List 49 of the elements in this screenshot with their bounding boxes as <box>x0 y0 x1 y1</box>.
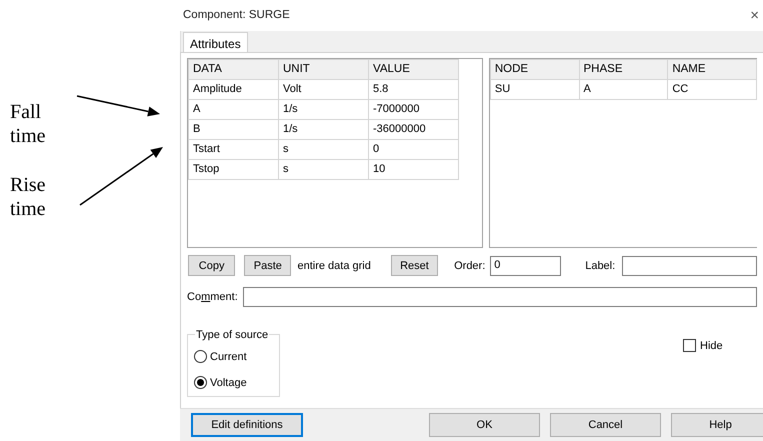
order-field[interactable]: 0 <box>490 256 562 276</box>
tab[interactable]: Attributes <box>183 32 248 53</box>
table-cell: s <box>278 139 368 160</box>
table-cell: SU <box>490 79 580 100</box>
radio-label: Current <box>210 350 247 365</box>
grid-note: entire data grid <box>297 258 371 274</box>
table-cell: Amplitude <box>188 79 278 100</box>
radio-label: Voltage <box>210 376 247 391</box>
order-label: Order: <box>454 258 486 274</box>
comment-field[interactable] <box>243 286 757 307</box>
table-cell: Volt <box>278 79 368 100</box>
table-cell: A <box>188 99 278 120</box>
table-cell: Tstart <box>188 139 278 160</box>
table-cell: B <box>188 119 278 140</box>
label-field[interactable] <box>622 256 758 276</box>
table-cell: 1/s <box>278 99 368 120</box>
dialog-button[interactable]: OK <box>429 413 540 438</box>
checkbox-label: Hide <box>700 338 723 354</box>
table-cell: 5.8 <box>368 79 458 100</box>
dialog-button[interactable]: Edit definitions <box>191 413 303 438</box>
table-cell: -36000000 <box>368 119 458 140</box>
table-cell: 10 <box>368 159 458 180</box>
copy-button[interactable]: Copy <box>188 255 236 276</box>
comment-label: Comment: <box>187 290 239 305</box>
column-header: NAME <box>668 59 756 80</box>
label-label: Label: <box>585 258 616 274</box>
checkbox[interactable] <box>683 339 696 352</box>
paste-button[interactable]: Paste <box>244 255 292 276</box>
radio-button[interactable] <box>194 376 207 390</box>
table-cell: s <box>278 159 368 180</box>
table-cell: 1/s <box>278 119 368 140</box>
close-icon[interactable]: × <box>750 8 759 23</box>
table-cell: Tstop <box>188 159 278 180</box>
table-cell: A <box>579 79 668 100</box>
reset-button[interactable]: Reset <box>390 255 438 276</box>
radio-button[interactable] <box>194 350 207 364</box>
column-header: VALUE <box>368 59 458 80</box>
column-header: NODE <box>490 59 580 80</box>
dialog-button[interactable]: Cancel <box>550 413 661 438</box>
annotation-text: Rise time <box>10 173 47 221</box>
window-title: Component: SURGE <box>183 8 290 23</box>
column-header: UNIT <box>278 59 368 80</box>
column-header: PHASE <box>579 59 668 80</box>
annotation-text: Fall time <box>10 100 47 148</box>
table-cell: CC <box>668 79 756 100</box>
table-cell: -7000000 <box>368 99 458 120</box>
dialog-button[interactable]: Help <box>671 413 763 438</box>
table-cell: 0 <box>368 139 458 160</box>
column-header: DATA <box>188 59 278 80</box>
